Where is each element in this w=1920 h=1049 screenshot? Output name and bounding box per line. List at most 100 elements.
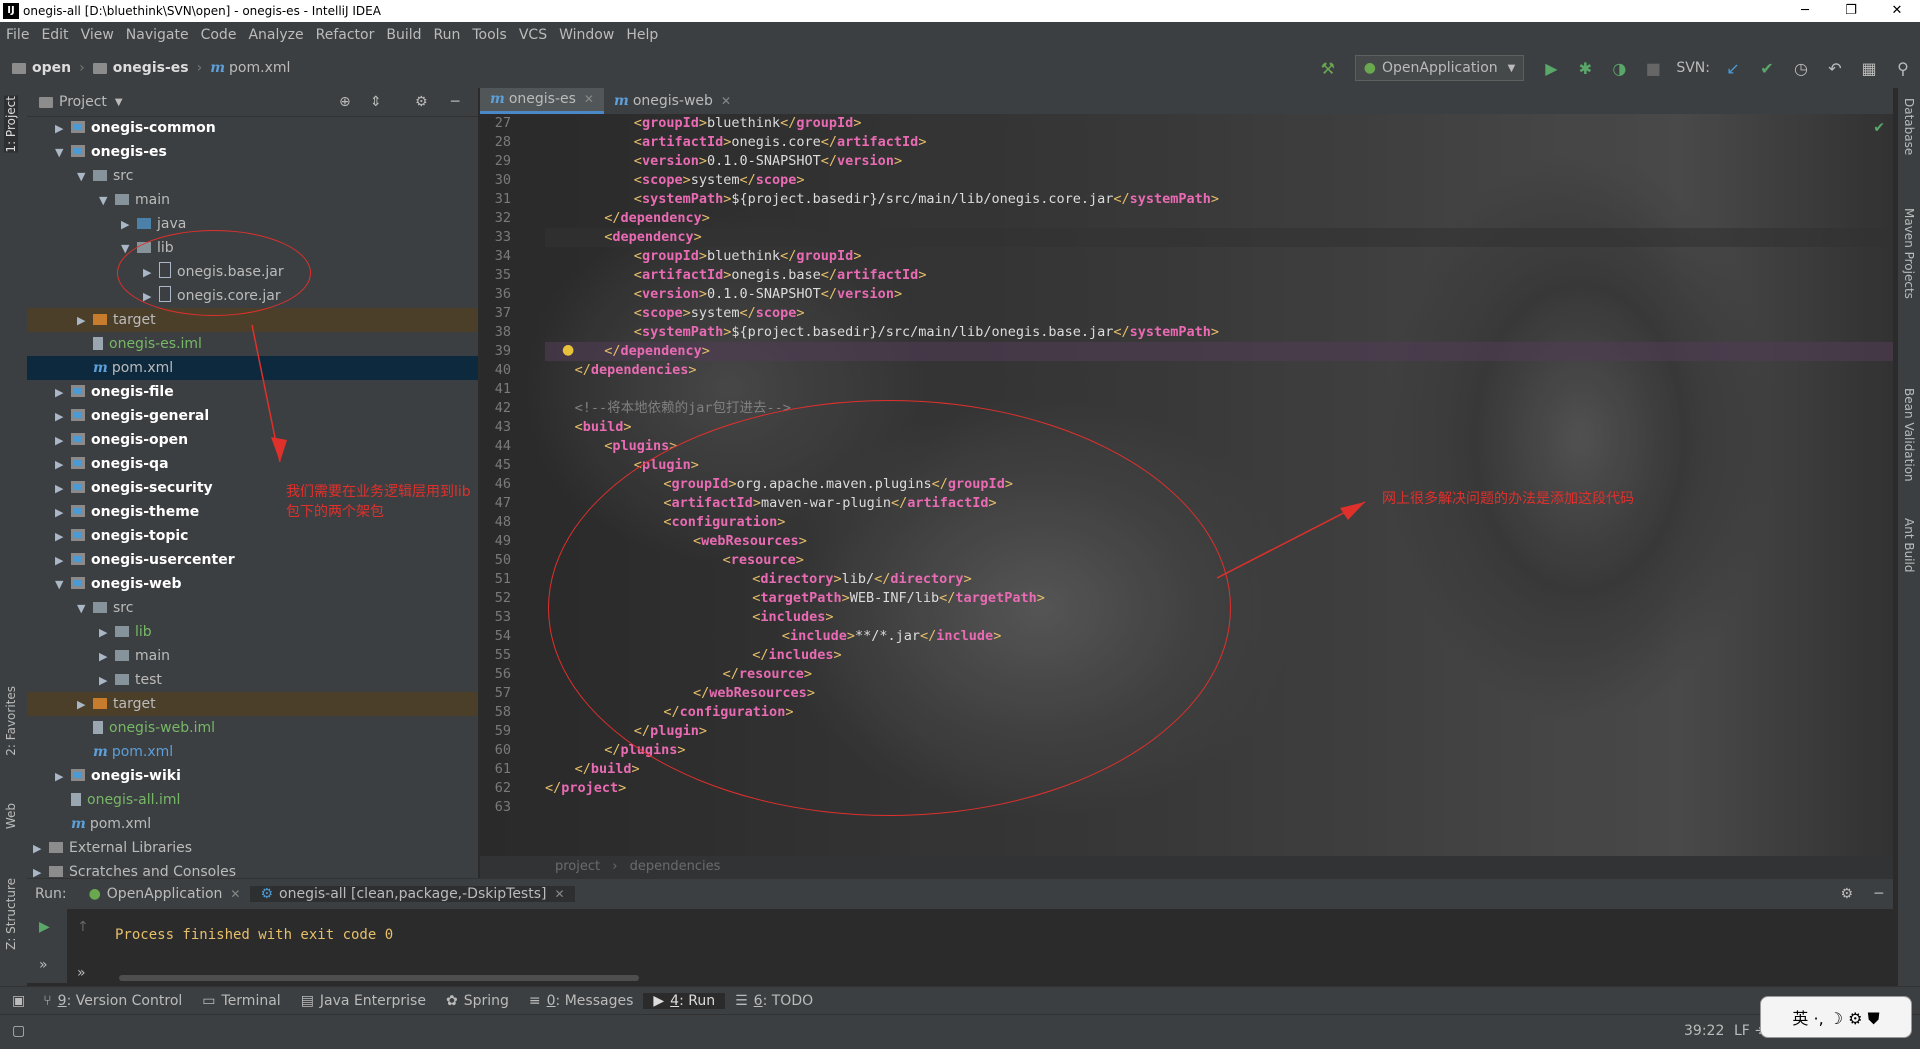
collapsed-arrow-icon[interactable]: ▶ bbox=[77, 309, 89, 333]
run-icon[interactable]: ▶ bbox=[1541, 59, 1561, 78]
tree-item[interactable]: ▶ onegis-open bbox=[27, 428, 478, 452]
bottom-tab[interactable]: ☰ 6: TODO bbox=[725, 993, 823, 1009]
tree-item[interactable]: ▶ onegis-common bbox=[27, 116, 478, 140]
run-tab-maven[interactable]: ⚙ onegis-all [clean,package,-DskipTests]… bbox=[250, 886, 575, 902]
chevron-down-icon[interactable]: ▼ bbox=[115, 97, 123, 108]
collapse-all-icon[interactable]: ⇕ bbox=[370, 94, 382, 110]
menu-vcs[interactable]: VCS bbox=[513, 27, 553, 43]
close-button[interactable]: ✕ bbox=[1874, 0, 1920, 22]
debug-icon[interactable]: ✱ bbox=[1575, 59, 1595, 78]
ime-toolbar[interactable]: 英 ·, ☽ ⚙ ⛊ bbox=[1760, 996, 1912, 1038]
tree-item[interactable]: onegis-web.iml bbox=[27, 716, 478, 740]
collapsed-arrow-icon[interactable]: ▶ bbox=[55, 381, 67, 405]
collapsed-arrow-icon[interactable]: ▶ bbox=[99, 621, 111, 645]
menu-file[interactable]: File bbox=[0, 27, 35, 43]
breadcrumb-root[interactable]: open bbox=[32, 60, 71, 76]
collapsed-arrow-icon[interactable]: ▶ bbox=[99, 669, 111, 693]
editor-tab-onegis-es[interactable]: m onegis-es ✕ bbox=[480, 88, 604, 114]
tree-item[interactable]: ▶ target bbox=[27, 692, 478, 716]
tab-maven-projects[interactable]: Maven Projects bbox=[1902, 208, 1916, 299]
menu-run[interactable]: Run bbox=[428, 27, 467, 43]
expanded-arrow-icon[interactable]: ▼ bbox=[99, 189, 111, 213]
horizontal-scrollbar[interactable] bbox=[119, 975, 639, 981]
tree-item[interactable]: ▶ Scratches and Consoles bbox=[27, 860, 478, 878]
collapsed-arrow-icon[interactable]: ▶ bbox=[77, 693, 89, 717]
menu-tools[interactable]: Tools bbox=[466, 27, 513, 43]
caret-position[interactable]: 39:22 bbox=[1684, 1023, 1724, 1039]
breadcrumb-file[interactable]: pom.xml bbox=[229, 60, 290, 76]
editor-tab-onegis-web[interactable]: m onegis-web ✕ bbox=[604, 88, 741, 114]
run-configuration-select[interactable]: ● OpenApplication ▼ bbox=[1354, 55, 1525, 81]
expanded-arrow-icon[interactable]: ▼ bbox=[55, 573, 67, 597]
tree-item[interactable]: ▶ onegis-usercenter bbox=[27, 548, 478, 572]
tree-item[interactable]: ▶ External Libraries bbox=[27, 836, 478, 860]
svn-update-icon[interactable]: ↙ bbox=[1723, 59, 1743, 78]
run-tab-openapplication[interactable]: ● OpenApplication ✕ bbox=[79, 886, 251, 902]
bottom-tab[interactable]: ▤ Java Enterprise bbox=[291, 993, 436, 1009]
tree-item[interactable]: ▶ java bbox=[27, 212, 478, 236]
expanded-arrow-icon[interactable]: ▼ bbox=[55, 141, 67, 165]
tab-structure[interactable]: Z: Structure bbox=[4, 878, 18, 950]
more-icon[interactable]: » bbox=[77, 965, 86, 981]
history-icon[interactable]: ◷ bbox=[1791, 59, 1811, 78]
collapsed-arrow-icon[interactable]: ▶ bbox=[55, 549, 67, 573]
tree-item[interactable]: ▼ onegis-es bbox=[27, 140, 478, 164]
tree-item[interactable]: m pom.xml bbox=[27, 356, 478, 380]
search-icon[interactable]: ⚲ bbox=[1893, 59, 1913, 78]
tree-item[interactable]: ▶ onegis-wiki bbox=[27, 764, 478, 788]
menu-code[interactable]: Code bbox=[195, 27, 243, 43]
project-structure-icon[interactable]: ▦ bbox=[1859, 59, 1879, 78]
editor-breadcrumb-item[interactable]: dependencies bbox=[630, 859, 721, 874]
bottom-tab[interactable]: ≡ 0: Messages bbox=[519, 993, 643, 1009]
tree-item[interactable]: ▶ onegis-qa bbox=[27, 452, 478, 476]
collapsed-arrow-icon[interactable]: ▶ bbox=[55, 117, 67, 141]
close-icon[interactable]: ✕ bbox=[721, 88, 731, 114]
menu-help[interactable]: Help bbox=[620, 27, 664, 43]
hide-panel-icon[interactable]: ─ bbox=[1875, 886, 1883, 902]
menu-navigate[interactable]: Navigate bbox=[120, 27, 195, 43]
more-icon[interactable]: » bbox=[39, 957, 48, 973]
bottom-tab[interactable]: ⑂ 9: Version Control bbox=[33, 993, 192, 1009]
bottom-tab[interactable]: ▶ 4: Run bbox=[643, 993, 726, 1009]
collapsed-arrow-icon[interactable]: ▶ bbox=[55, 429, 67, 453]
collapsed-arrow-icon[interactable]: ▶ bbox=[99, 645, 111, 669]
coverage-icon[interactable]: ◑ bbox=[1609, 59, 1629, 78]
settings-gear-icon[interactable]: ⚙ bbox=[1840, 886, 1853, 902]
collapsed-arrow-icon[interactable]: ▶ bbox=[33, 861, 45, 878]
stop-icon[interactable]: ■ bbox=[1643, 59, 1663, 78]
revert-icon[interactable]: ↶ bbox=[1825, 59, 1845, 78]
menu-window[interactable]: Window bbox=[553, 27, 620, 43]
close-icon[interactable]: ✕ bbox=[230, 887, 240, 901]
tree-item[interactable]: ▶ lib bbox=[27, 620, 478, 644]
collapsed-arrow-icon[interactable]: ▶ bbox=[55, 453, 67, 477]
tree-item[interactable]: ▶ test bbox=[27, 668, 478, 692]
menu-refactor[interactable]: Refactor bbox=[310, 27, 381, 43]
tree-item[interactable]: ▶ onegis-general bbox=[27, 404, 478, 428]
collapsed-arrow-icon[interactable]: ▶ bbox=[55, 477, 67, 501]
tab-ant-build[interactable]: Ant Build bbox=[1902, 518, 1916, 572]
collapsed-arrow-icon[interactable]: ▶ bbox=[55, 501, 67, 525]
tree-item[interactable]: ▼ src bbox=[27, 596, 478, 620]
tree-item[interactable]: ▼ src bbox=[27, 164, 478, 188]
tab-web[interactable]: Web bbox=[4, 803, 18, 829]
svn-commit-icon[interactable]: ✔ bbox=[1757, 59, 1777, 78]
tab-database[interactable]: Database bbox=[1902, 98, 1916, 155]
close-icon[interactable]: ✕ bbox=[584, 88, 594, 111]
menu-analyze[interactable]: Analyze bbox=[242, 27, 309, 43]
tree-item[interactable]: ▶ onegis-file bbox=[27, 380, 478, 404]
build-hammer-icon[interactable]: ⚒ bbox=[1318, 59, 1338, 78]
lightbulb-icon[interactable]: ● bbox=[562, 342, 574, 358]
menu-view[interactable]: View bbox=[75, 27, 120, 43]
gear-icon[interactable]: ⚙ bbox=[415, 94, 428, 110]
close-icon[interactable]: ✕ bbox=[554, 887, 564, 901]
expanded-arrow-icon[interactable]: ▼ bbox=[77, 165, 89, 189]
minimize-button[interactable]: ─ bbox=[1782, 0, 1828, 22]
maximize-button[interactable]: ❐ bbox=[1828, 0, 1874, 22]
project-panel-title[interactable]: Project bbox=[59, 94, 107, 110]
breadcrumb-module[interactable]: onegis-es bbox=[113, 60, 189, 76]
bottom-tab[interactable]: ▭ Terminal bbox=[192, 993, 290, 1009]
collapsed-arrow-icon[interactable]: ▶ bbox=[55, 765, 67, 789]
locate-icon[interactable]: ⊕ bbox=[339, 94, 351, 110]
expanded-arrow-icon[interactable]: ▼ bbox=[77, 597, 89, 621]
layout-icon[interactable]: ▢ bbox=[12, 1023, 25, 1039]
